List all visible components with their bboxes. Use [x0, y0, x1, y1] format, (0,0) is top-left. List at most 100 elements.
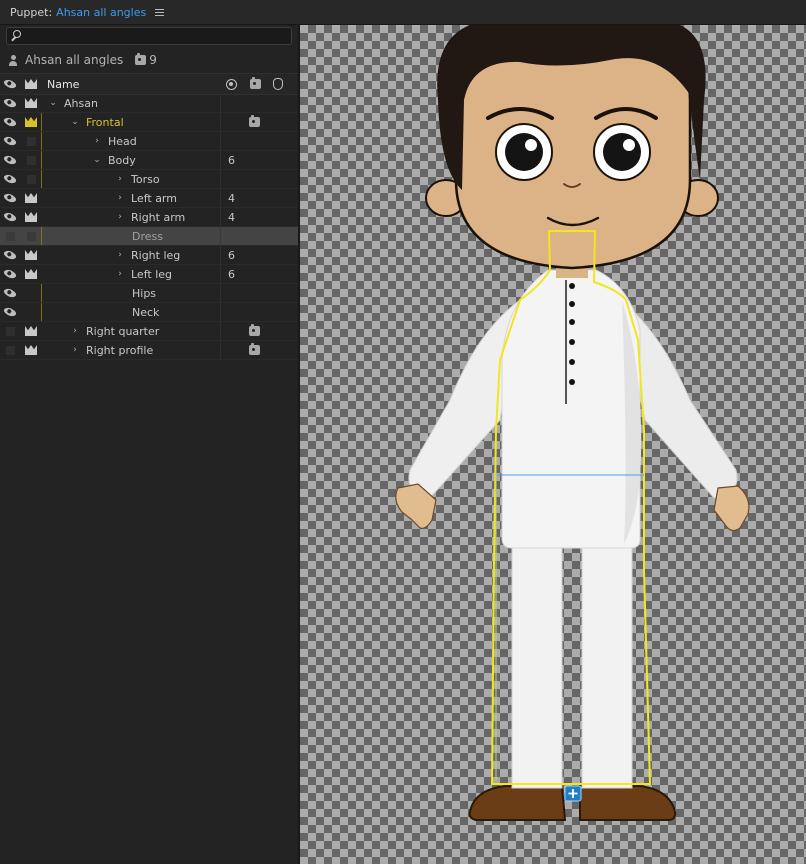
independence-toggle[interactable] [20, 113, 42, 131]
column-divider [220, 227, 221, 245]
camera-icon[interactable] [249, 324, 260, 336]
eye-icon [2, 285, 18, 301]
layer-label: Head [108, 134, 137, 148]
independence-toggle[interactable] [20, 303, 42, 321]
face [454, 30, 692, 270]
chevron-right-icon[interactable]: › [115, 193, 125, 203]
layer-row-hips[interactable]: Hips [0, 284, 298, 303]
independence-toggle[interactable] [20, 151, 42, 169]
visibility-toggle[interactable] [0, 94, 20, 112]
tree-line [41, 151, 42, 169]
visibility-toggle[interactable] [0, 341, 20, 359]
layer-row-right-arm[interactable]: › Right arm 4 [0, 208, 298, 227]
camera-icon[interactable] [249, 343, 260, 355]
layer-row-neck[interactable]: Neck [0, 303, 298, 322]
header-visibility[interactable] [0, 74, 20, 94]
layer-row-body[interactable]: ⌄ Body 6 [0, 151, 298, 170]
empty-toggle [5, 345, 15, 355]
independence-toggle[interactable] [20, 246, 42, 264]
visibility-toggle[interactable] [0, 265, 20, 283]
chevron-right-icon[interactable]: › [70, 345, 80, 355]
panel-title-bar: Puppet: Ahsan all angles [0, 0, 806, 25]
independence-toggle[interactable] [20, 94, 42, 112]
visibility-toggle[interactable] [0, 132, 20, 150]
chevron-down-icon[interactable]: ⌄ [48, 98, 58, 108]
column-divider [220, 322, 221, 340]
right-eye-pupil [603, 133, 641, 171]
header-independence[interactable] [20, 74, 42, 94]
column-divider [220, 208, 221, 226]
character-artwork[interactable] [300, 25, 806, 864]
visibility-toggle[interactable] [0, 189, 20, 207]
column-divider [220, 132, 221, 150]
column-divider [220, 246, 221, 264]
layer-row-dress[interactable]: Dress [0, 227, 298, 246]
visibility-toggle[interactable] [0, 322, 20, 340]
eye-icon [2, 209, 18, 225]
layer-row-frontal[interactable]: ⌄ Frontal [0, 113, 298, 132]
column-divider [220, 303, 221, 321]
chevron-right-icon[interactable]: › [115, 269, 125, 279]
layer-row-right-profile[interactable]: › Right profile [0, 341, 298, 360]
chevron-right-icon[interactable]: › [115, 174, 125, 184]
visibility-toggle[interactable] [0, 284, 20, 302]
independence-toggle[interactable] [20, 227, 42, 245]
visibility-toggle[interactable] [0, 113, 20, 131]
crown-icon [25, 326, 37, 336]
column-divider [220, 170, 221, 188]
hand-icon [273, 78, 283, 90]
column-divider [220, 113, 221, 131]
panel-menu-icon[interactable] [155, 8, 165, 16]
crown-icon [25, 193, 37, 203]
chevron-right-icon[interactable]: › [115, 212, 125, 222]
search-input[interactable] [6, 27, 292, 45]
eye-icon [2, 190, 18, 206]
layer-label: Frontal [86, 115, 124, 129]
layer-label: Hips [132, 286, 157, 300]
visibility-toggle[interactable] [0, 151, 20, 169]
crown-icon [25, 269, 37, 279]
camera-icon[interactable] [249, 115, 260, 127]
visibility-toggle[interactable] [0, 303, 20, 321]
layer-label: Dress [132, 229, 163, 243]
independence-toggle[interactable] [20, 265, 42, 283]
tree-line [41, 284, 42, 302]
header-camera[interactable] [248, 74, 262, 94]
layer-row-ahsan[interactable]: ⌄ Ahsan [0, 94, 298, 113]
chevron-right-icon[interactable]: › [115, 250, 125, 260]
left-shoe [468, 785, 567, 821]
puppet-header: Ahsan all angles 9 [0, 49, 298, 71]
independence-toggle[interactable] [20, 132, 42, 150]
independence-toggle[interactable] [20, 208, 42, 226]
independence-toggle[interactable] [20, 170, 42, 188]
chevron-right-icon[interactable]: › [92, 136, 102, 146]
visibility-toggle[interactable] [0, 227, 20, 245]
layer-row-right-leg[interactable]: › Right leg 6 [0, 246, 298, 265]
header-name[interactable]: Name [47, 74, 79, 94]
header-handle[interactable] [271, 74, 285, 94]
crown-icon [25, 212, 37, 222]
panel-title-prefix: Puppet: [10, 5, 53, 19]
visibility-toggle[interactable] [0, 208, 20, 226]
header-origin[interactable] [224, 74, 238, 94]
independence-toggle[interactable] [20, 322, 42, 340]
tree-line [41, 170, 42, 188]
independence-toggle[interactable] [20, 189, 42, 207]
panel-title-puppet-name[interactable]: Ahsan all angles [56, 6, 146, 19]
chevron-right-icon[interactable]: › [70, 326, 80, 336]
puppet-canvas[interactable] [300, 25, 806, 864]
independence-toggle[interactable] [20, 284, 42, 302]
visibility-toggle[interactable] [0, 246, 20, 264]
layer-row-head[interactable]: › Head [0, 132, 298, 151]
handle-count: 4 [228, 210, 235, 224]
layer-row-torso[interactable]: › Torso [0, 170, 298, 189]
chevron-down-icon[interactable]: ⌄ [92, 155, 102, 165]
handle-count: 6 [228, 248, 235, 262]
visibility-toggle[interactable] [0, 170, 20, 188]
layer-row-left-arm[interactable]: › Left arm 4 [0, 189, 298, 208]
layer-label: Left arm [131, 191, 177, 205]
layer-row-right-quarter[interactable]: › Right quarter [0, 322, 298, 341]
independence-toggle[interactable] [20, 341, 42, 359]
layer-row-left-leg[interactable]: › Left leg 6 [0, 265, 298, 284]
chevron-down-icon[interactable]: ⌄ [70, 117, 80, 127]
